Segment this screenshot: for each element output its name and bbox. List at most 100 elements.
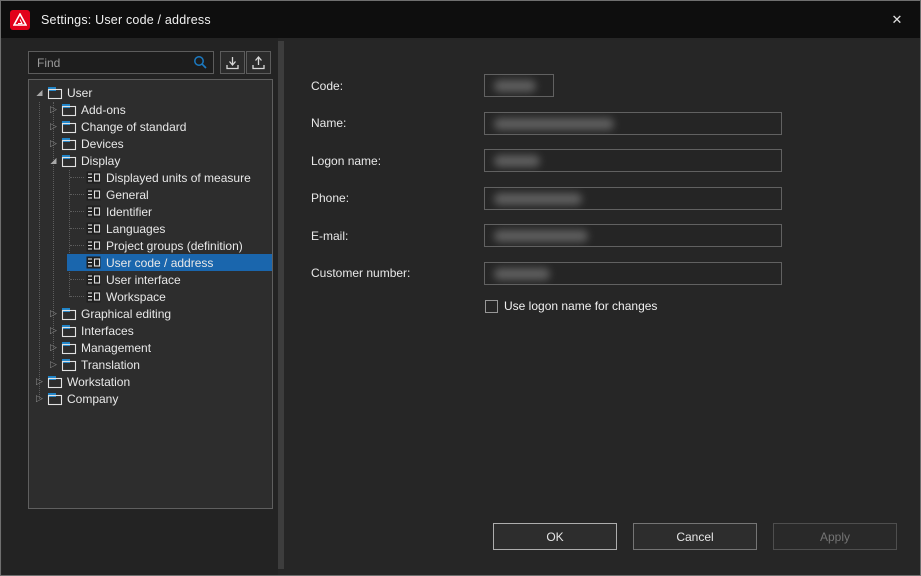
tree-item[interactable]: Graphical editing: [29, 305, 272, 322]
tree-item-label: Workspace: [104, 289, 170, 305]
titlebar: Settings: User code / address ✕: [1, 1, 920, 38]
tree-item-label: Workstation: [65, 374, 134, 390]
tree-item-label: Project groups (definition): [104, 238, 247, 254]
settings-page-icon: [86, 171, 101, 184]
tree-item-label: Add-ons: [79, 102, 130, 118]
tree-item-label: Change of standard: [79, 119, 190, 135]
text-input[interactable]: [484, 187, 782, 210]
redacted-value: [494, 155, 540, 167]
tree-item[interactable]: Interfaces: [29, 322, 272, 339]
tree-item[interactable]: Displayed units of measure: [29, 169, 272, 186]
tree-item[interactable]: Company: [29, 390, 272, 407]
tree-item-label: Management: [79, 340, 155, 356]
tree-item[interactable]: Management: [29, 339, 272, 356]
checkbox-row: Use logon name for changes: [485, 299, 782, 313]
folder-icon: [61, 137, 77, 151]
settings-page-icon: [86, 222, 101, 235]
tree-item[interactable]: Change of standard: [29, 118, 272, 135]
redacted-value: [494, 118, 614, 130]
apply-button[interactable]: Apply: [773, 523, 897, 550]
tree-item-label: Displayed units of measure: [104, 170, 255, 186]
redacted-value: [494, 268, 550, 280]
tree-item-label: User: [65, 85, 96, 101]
tree-item[interactable]: Devices: [29, 135, 272, 152]
expander-icon[interactable]: [47, 324, 60, 337]
export-settings-button[interactable]: [246, 51, 271, 74]
text-input[interactable]: [484, 74, 554, 97]
tree-item-label: Devices: [79, 136, 128, 152]
search-box: [28, 51, 214, 74]
export-icon: [251, 56, 266, 70]
text-input[interactable]: [484, 262, 782, 285]
dialog-footer: OK Cancel Apply: [284, 523, 919, 550]
import-icon: [225, 56, 240, 70]
expander-icon[interactable]: [47, 154, 60, 167]
field-label: E-mail:: [311, 229, 484, 243]
folder-icon: [47, 392, 63, 406]
use-logon-name-checkbox[interactable]: [485, 300, 498, 313]
tree-item[interactable]: Workstation: [29, 373, 272, 390]
checkbox-label: Use logon name for changes: [504, 299, 657, 313]
form-row: Name:: [311, 112, 782, 135]
cancel-button[interactable]: Cancel: [633, 523, 757, 550]
form-row: E-mail:: [311, 224, 782, 247]
redacted-value: [494, 193, 582, 205]
eplan-logo-icon: [10, 10, 30, 30]
redacted-value: [494, 230, 588, 242]
text-input[interactable]: [484, 112, 782, 135]
window-title: Settings: User code / address: [41, 13, 211, 27]
tree-item[interactable]: User: [29, 84, 272, 101]
field-label: Name:: [311, 116, 484, 130]
text-input[interactable]: [484, 224, 782, 247]
redacted-value: [494, 80, 536, 92]
expander-icon[interactable]: [47, 358, 60, 371]
tree-item[interactable]: Translation: [29, 356, 272, 373]
expander-icon[interactable]: [47, 103, 60, 116]
form-row: Code:: [311, 74, 782, 97]
settings-page-icon: [86, 205, 101, 218]
search-input[interactable]: [29, 56, 193, 70]
expander-icon[interactable]: [47, 307, 60, 320]
field-label: Code:: [311, 79, 484, 93]
tree-item-label: Languages: [104, 221, 169, 237]
settings-page-icon: [86, 239, 101, 252]
expander-icon[interactable]: [33, 392, 46, 405]
settings-tree: User Add-ons Change of standard: [28, 79, 273, 509]
field-label: Phone:: [311, 191, 484, 205]
field-label: Logon name:: [311, 154, 484, 168]
tree-item[interactable]: Project groups (definition): [29, 237, 272, 254]
import-settings-button[interactable]: [220, 51, 245, 74]
folder-icon: [61, 103, 77, 117]
field-label: Customer number:: [311, 266, 484, 280]
settings-form-panel: Code: Name: Logon name: Phone:: [284, 38, 919, 574]
folder-icon: [61, 307, 77, 321]
tree-item[interactable]: Languages: [29, 220, 272, 237]
folder-icon: [61, 358, 77, 372]
folder-icon: [61, 324, 77, 338]
folder-icon: [61, 120, 77, 134]
tree-item[interactable]: User interface: [29, 271, 272, 288]
ok-button[interactable]: OK: [493, 523, 617, 550]
tree-item-label: General: [104, 187, 153, 203]
settings-page-icon: [86, 256, 101, 269]
expander-icon[interactable]: [33, 375, 46, 388]
expander-icon[interactable]: [47, 137, 60, 150]
tree-item[interactable]: Identifier: [29, 203, 272, 220]
tree-item[interactable]: Workspace: [29, 288, 272, 305]
form-row: Customer number:: [311, 262, 782, 285]
folder-icon: [61, 154, 77, 168]
tree-item[interactable]: General: [29, 186, 272, 203]
settings-window: Settings: User code / address ✕ User: [0, 0, 921, 576]
user-address-form: Code: Name: Logon name: Phone:: [311, 74, 782, 313]
expander-icon[interactable]: [47, 120, 60, 133]
close-button[interactable]: ✕: [874, 1, 920, 38]
text-input[interactable]: [484, 149, 782, 172]
expander-icon[interactable]: [47, 341, 60, 354]
tree-item[interactable]: User code / address: [29, 254, 272, 271]
folder-icon: [47, 375, 63, 389]
tree-item[interactable]: Display: [29, 152, 272, 169]
expander-icon[interactable]: [33, 86, 46, 99]
settings-page-icon: [86, 273, 101, 286]
tree-item[interactable]: Add-ons: [29, 101, 272, 118]
settings-page-icon: [86, 188, 101, 201]
